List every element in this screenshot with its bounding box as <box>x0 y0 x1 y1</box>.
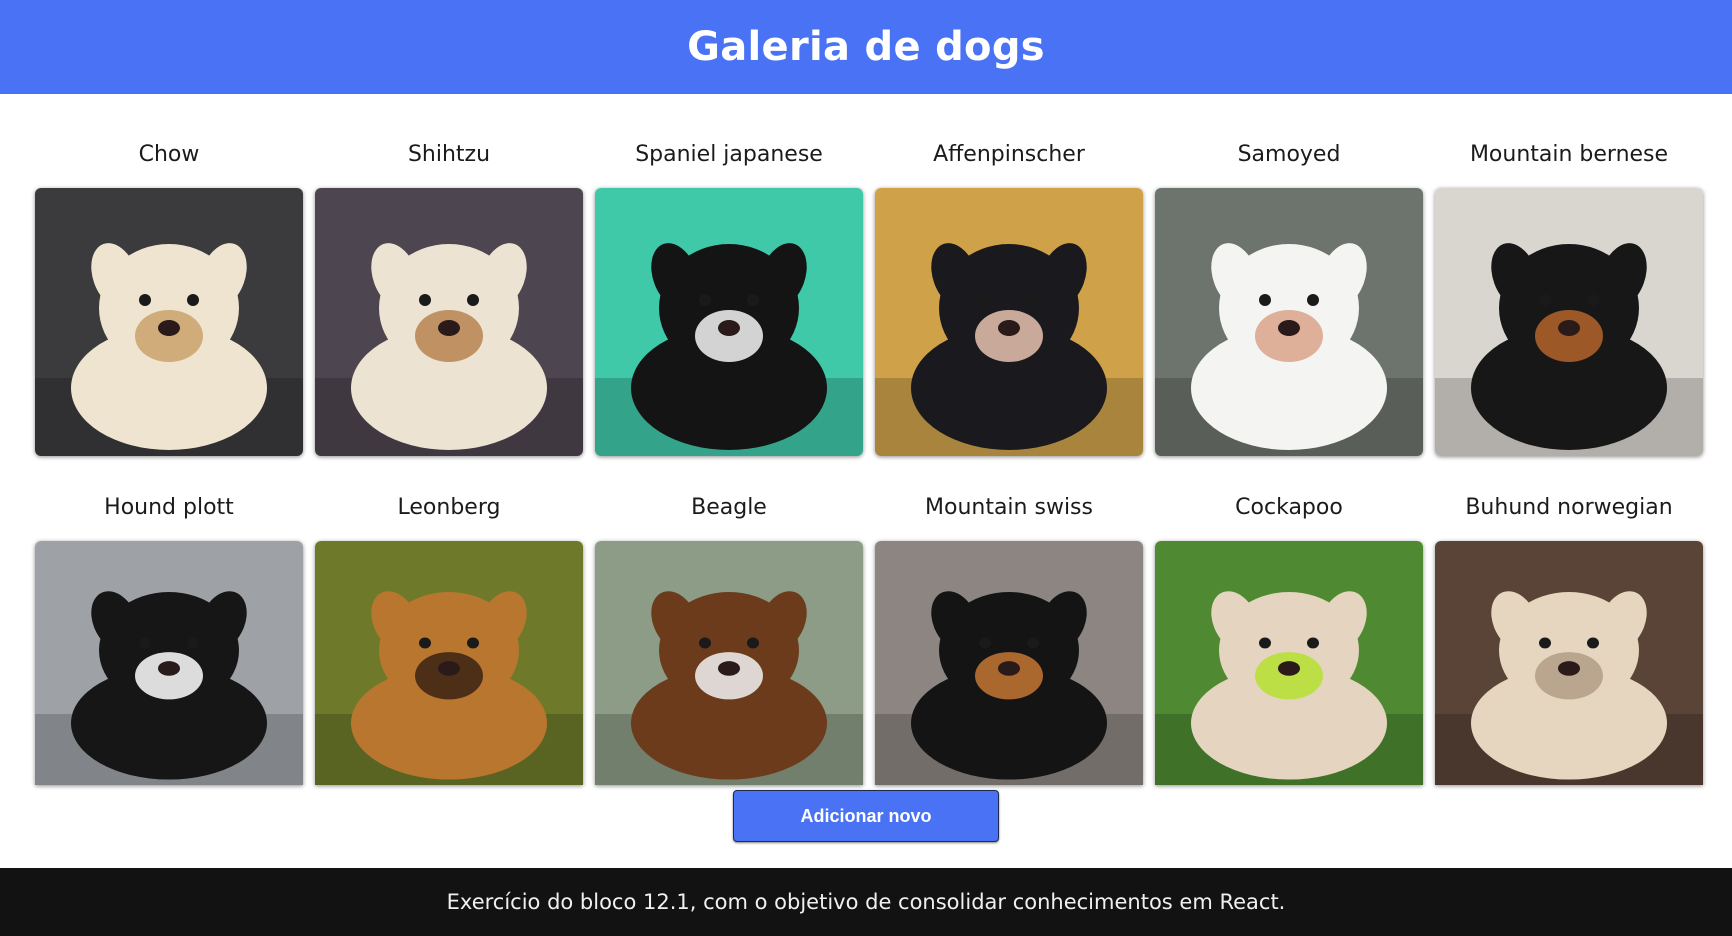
page-footer: Exercício do bloco 12.1, com o objetivo … <box>0 868 1732 936</box>
dog-photo-illustration <box>595 188 863 456</box>
dog-photo-illustration <box>1435 541 1703 785</box>
dog-photo <box>595 541 863 785</box>
dog-photo-illustration <box>1435 188 1703 456</box>
dog-card: Hound plott <box>35 473 303 826</box>
dog-photo <box>1435 541 1703 785</box>
dog-card: Mountain bernese <box>1435 120 1703 473</box>
dog-card: Mountain swiss <box>875 473 1143 826</box>
app-header: Galeria de dogs <box>0 0 1732 94</box>
dog-card: Shihtzu <box>315 120 583 473</box>
dog-photo <box>875 188 1143 456</box>
dog-card: Leonberg <box>315 473 583 826</box>
dog-card: Spaniel japanese <box>595 120 863 473</box>
dog-photo <box>1155 541 1423 785</box>
dog-name: Shihtzu <box>407 141 491 167</box>
add-new-button[interactable]: Adicionar novo <box>733 790 999 842</box>
dog-name: Cockapoo <box>1235 494 1343 520</box>
dog-photo-illustration <box>875 188 1143 456</box>
dog-photo-illustration <box>595 541 863 785</box>
dog-photo <box>315 188 583 456</box>
dog-name: Mountain bernese <box>1469 141 1669 167</box>
dog-card: Samoyed <box>1155 120 1423 473</box>
dog-photo-illustration <box>315 188 583 456</box>
dog-photo <box>1155 188 1423 456</box>
add-button-container: Adicionar novo <box>0 790 1732 842</box>
footer-text: Exercício do bloco 12.1, com o objetivo … <box>446 890 1286 914</box>
dog-name: Buhund norwegian <box>1465 494 1673 520</box>
dog-photo-illustration <box>1155 188 1423 456</box>
dog-photo <box>315 541 583 785</box>
dog-photo-illustration <box>35 188 303 456</box>
dog-name: Samoyed <box>1237 141 1341 167</box>
dog-name: Chow <box>138 141 200 167</box>
dog-card: Buhund norwegian <box>1435 473 1703 826</box>
dog-photo <box>35 541 303 785</box>
dog-name: Hound plott <box>104 494 234 520</box>
dog-name: Spaniel japanese <box>635 141 823 167</box>
dog-photo-illustration <box>875 541 1143 785</box>
dog-photo-illustration <box>315 541 583 785</box>
dog-name: Leonberg <box>397 494 501 520</box>
dog-photo-illustration <box>1155 541 1423 785</box>
dog-name: Mountain swiss <box>925 494 1093 520</box>
page-title: Galeria de dogs <box>687 24 1045 70</box>
dog-card: Chow <box>35 120 303 473</box>
dog-gallery: Chow Shihtzu Spaniel japanese Affenpinscher… <box>35 120 1705 826</box>
dog-card: Affenpinscher <box>875 120 1143 473</box>
dog-name: Beagle <box>691 494 767 520</box>
dog-card: Beagle <box>595 473 863 826</box>
dog-name: Affenpinscher <box>933 141 1085 167</box>
dog-photo-illustration <box>35 541 303 785</box>
dog-photo <box>595 188 863 456</box>
dog-photo <box>1435 188 1703 456</box>
dog-photo <box>35 188 303 456</box>
dog-photo <box>875 541 1143 785</box>
dog-card: Cockapoo <box>1155 473 1423 826</box>
